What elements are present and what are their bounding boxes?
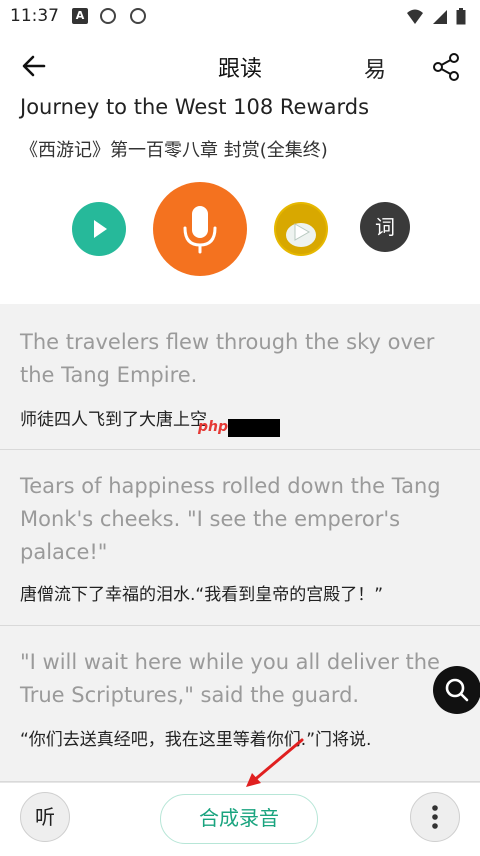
merge-recording-button[interactable]: 合成录音 <box>160 794 318 844</box>
status-bar: 11:37 A <box>0 0 480 34</box>
notification-app-icon <box>130 8 146 24</box>
record-button[interactable] <box>153 182 247 276</box>
share-icon <box>433 53 459 81</box>
share-button[interactable] <box>430 52 462 82</box>
sentence-item[interactable]: Tears of happiness rolled down the Tang … <box>0 450 480 626</box>
play-button[interactable] <box>72 202 126 256</box>
easy-mode-button[interactable]: 易 <box>364 52 386 84</box>
lesson-title-cn: 《西游记》第一百零八章 封赏(全集终) <box>20 140 328 161</box>
listen-button[interactable]: 听 <box>20 792 70 842</box>
status-time: 11:37 <box>10 6 59 26</box>
play-icon <box>94 220 107 238</box>
sentence-english: The travelers flew through the sky over … <box>20 330 435 387</box>
cover-thumbnail-icon <box>276 204 326 254</box>
annotation-arrow-icon <box>246 738 304 787</box>
lesson-title-en: Journey to the West 108 Rewards <box>20 95 370 119</box>
back-button[interactable] <box>18 52 52 80</box>
signal-icon <box>433 9 447 24</box>
sentence-chinese: “你们去送真经吧，我在这里等着你们.”门将说. <box>20 730 372 750</box>
sentence-list[interactable]: The travelers flew through the sky over … <box>0 304 480 782</box>
watermark-logo: php <box>198 419 229 435</box>
sentence-chinese: 师徒四人飞到了大唐上空 <box>20 410 207 430</box>
word-button[interactable]: 词 <box>360 202 410 252</box>
sentence-english: "I will wait here while you all deliver … <box>20 650 440 707</box>
wifi-icon <box>407 9 423 24</box>
battery-icon <box>456 8 466 25</box>
page-title: 跟读 <box>217 57 262 82</box>
more-button[interactable] <box>410 792 460 842</box>
more-vertical-icon <box>432 805 438 829</box>
status-icons <box>406 8 466 25</box>
notification-app-icon <box>100 8 116 24</box>
notification-a-icon: A <box>72 8 88 24</box>
search-icon <box>445 678 469 702</box>
redaction-block <box>228 419 280 437</box>
sentence-english: Tears of happiness rolled down the Tang … <box>20 474 441 564</box>
search-button[interactable] <box>433 666 480 714</box>
sentence-chinese: 唐僧流下了幸福的泪水.“我看到皇帝的宫殿了！” <box>20 585 384 605</box>
header: 跟读 易 <box>0 40 480 92</box>
arrow-left-icon <box>22 55 46 77</box>
microphone-icon <box>183 206 217 254</box>
audio-cover-button[interactable] <box>274 202 328 256</box>
